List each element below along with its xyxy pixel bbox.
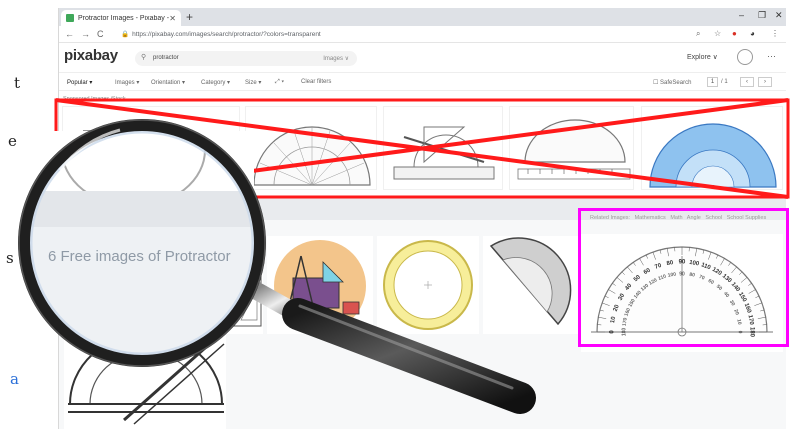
avatar-icon[interactable] [737,49,753,65]
filter-orientation[interactable]: Orientation ▾ [151,79,185,86]
sponsored-image[interactable] [383,106,503,190]
filter-images[interactable]: Images ▾ [115,79,139,86]
sponsored-image[interactable] [62,106,240,190]
search-query: protractor [153,55,179,61]
next-page-button[interactable]: › [758,77,772,87]
safesearch-toggle[interactable]: ☐ SafeSearch [653,79,691,86]
result-image[interactable] [227,236,263,334]
filter-size[interactable]: Size ▾ [245,79,261,86]
filter-resize[interactable]: ⤢ ▾ [275,79,284,86]
result-image[interactable] [377,236,479,334]
protractor-drawing-thumbnail-icon [68,333,225,425]
url-field[interactable]: 🔒 https://pixabay.com/images/search/protr… [121,30,321,38]
back-icon[interactable]: ← [65,29,74,39]
related-tag[interactable]: School [705,215,722,221]
filter-category[interactable]: Category ▾ [201,79,230,86]
search-input[interactable]: ⚲ protractor Images ∨ [135,51,357,66]
url-text: https://pixabay.com/images/search/protra… [132,31,321,38]
side-text-letter: t [14,74,21,92]
tab-title: Protractor Images - Pixabay - D [78,14,170,22]
result-image[interactable] [267,236,373,334]
ruler-set-thumbnail-icon [393,126,495,180]
related-tag[interactable]: Mathematics [635,215,666,221]
minimize-icon[interactable]: – [739,10,744,20]
related-tags: Related Images: Mathematics Math Angle S… [590,215,769,221]
extension-icon[interactable]: ● [732,29,737,38]
address-bar: ← → C 🔒 https://pixabay.com/images/search… [59,26,786,43]
star-icon[interactable]: ☆ [714,29,721,38]
close-icon[interactable]: ✕ [169,14,176,23]
page-total: / 1 [721,79,728,85]
prev-page-button[interactable]: ‹ [740,77,754,87]
protractor-thumbnail-icon [253,126,371,186]
new-tab-icon[interactable]: + [186,10,193,24]
forward-icon[interactable]: → [81,29,90,39]
related-tag[interactable]: Math [670,215,682,221]
sponsored-images-row: Sponsored Images iStock [59,92,786,197]
sponsored-image[interactable] [509,106,634,190]
set-square-thumbnail-icon [230,265,262,327]
school-supplies-thumbnail-icon [274,240,366,332]
pixabay-header: pixabay ⚲ protractor Images ∨ Explore ∨ … [59,43,786,73]
window-close-icon[interactable]: ✕ [775,10,783,21]
profile-icon[interactable]: ◕ [750,29,755,38]
sponsored-image[interactable] [641,106,783,190]
blue-protractor-thumbnail-icon [649,123,777,189]
side-text-letter: e [8,132,17,150]
clear-filters-link[interactable]: Clear filters [301,79,331,85]
result-image[interactable] [483,236,580,334]
page-number-input[interactable]: 1 [707,77,718,87]
grey-protractor-thumbnail-icon [489,237,572,326]
related-tag[interactable]: School Supplies [727,215,766,221]
side-text-letter: s [6,249,14,267]
highlight-box [578,208,789,347]
explore-menu[interactable]: Explore ∨ [687,53,718,61]
circular-protractor-thumbnail-icon [383,240,473,330]
reload-icon[interactable]: C [97,29,104,39]
protractor-ruler-thumbnail-icon [517,119,631,180]
pixabay-favicon-icon [66,14,74,22]
sponsored-image[interactable] [245,106,377,190]
zoom-icon[interactable]: ⌕ [696,29,700,39]
search-icon: ⚲ [141,54,147,61]
related-tag: Related Images: [590,215,631,221]
tab-bar: Protractor Images - Pixabay - D ✕ + – ❐ … [59,8,786,26]
pixabay-logo[interactable]: pixabay [64,47,118,64]
browser-tab[interactable]: Protractor Images - Pixabay - D ✕ [61,10,181,26]
protractor-thumbnail-icon [82,130,194,182]
menu-dots-icon[interactable]: ⋮ [771,29,779,38]
side-text-letter: a [10,370,19,388]
filter-bar: Popular ▾ Images ▾ Orientation ▾ Categor… [59,73,786,91]
more-menu-icon[interactable]: ··· [767,51,776,61]
related-tag[interactable]: Angle [687,215,701,221]
magnified-results-heading: 6 Free images of Protractor [48,248,231,265]
result-image[interactable] [64,320,226,429]
search-type-dropdown[interactable]: Images ∨ [323,55,349,62]
filter-popular[interactable]: Popular ▾ [67,79,92,86]
maximize-icon[interactable]: ❐ [758,10,766,21]
lock-icon: 🔒 [121,31,130,38]
sponsored-label: Sponsored Images iStock [63,96,126,102]
